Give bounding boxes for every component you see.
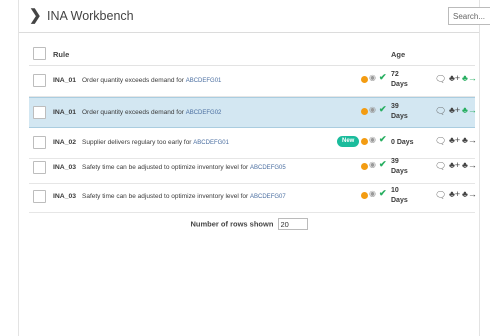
rule-id: INA_01: [53, 109, 77, 116]
material-code: ABCDEFG05: [250, 165, 286, 171]
row-checkbox[interactable]: [33, 190, 46, 203]
table-row[interactable]: INA_03 Safety time can be adjusted to op…: [29, 182, 477, 213]
eye-icon[interactable]: ◉: [369, 105, 376, 114]
table-row[interactable]: INA_01 Order quantity exceeds demand for…: [29, 97, 477, 128]
add-user-icon[interactable]: ♣+: [449, 160, 460, 170]
eye-icon[interactable]: ◉: [369, 73, 376, 82]
check-icon: ✔: [379, 72, 387, 82]
check-icon: ✔: [379, 134, 387, 144]
rule-id: INA_03: [53, 164, 77, 171]
rule-description: Order quantity exceeds demand for ABCDEF…: [82, 77, 222, 84]
rule-id: INA_01: [53, 77, 77, 84]
chevron-right-icon[interactable]: ❯: [29, 8, 42, 23]
age-value: 72 Days: [391, 71, 408, 88]
orange-dot-icon: [361, 76, 368, 83]
age-value: 39 Days: [391, 158, 408, 175]
age-value: 10 Days: [391, 187, 408, 204]
rows-shown-label: Number of rows shown: [190, 219, 274, 229]
table-header: Rule Age: [29, 42, 475, 66]
row-checkbox[interactable]: [33, 136, 46, 149]
rule-description: Order quantity exceeds demand for ABCDEF…: [82, 109, 222, 116]
comment-icon[interactable]: 🗨: [435, 161, 446, 172]
panel-header: ❯ INA Workbench: [19, 0, 490, 33]
rule-id: INA_02: [53, 139, 77, 146]
row-checkbox[interactable]: [33, 74, 46, 87]
rows-shown-control: Number of rows shown: [19, 218, 479, 230]
assign-user-icon[interactable]: ♣→: [462, 105, 477, 115]
ina-workbench-panel: ❯ INA Workbench Rule Age INA_01 Order qu…: [18, 0, 490, 336]
material-code: ABCDEFG01: [193, 140, 229, 146]
orange-dot-icon: [361, 108, 368, 115]
eye-icon[interactable]: ◉: [369, 189, 376, 198]
add-user-icon[interactable]: ♣+: [449, 189, 460, 199]
age-value: 39 Days: [391, 103, 408, 120]
search-input[interactable]: [448, 7, 490, 25]
new-badge: New: [337, 136, 360, 147]
comment-icon[interactable]: 🗨: [435, 106, 446, 117]
page-title: INA Workbench: [47, 9, 134, 23]
table-row[interactable]: INA_03 Safety time can be adjusted to op…: [29, 153, 477, 184]
eye-icon[interactable]: ◉: [369, 135, 376, 144]
rule-description: Supplier delivers regulary too early for…: [82, 139, 229, 146]
comment-icon[interactable]: 🗨: [435, 190, 446, 201]
material-code: ABCDEFG02: [185, 110, 222, 116]
orange-dot-icon: [361, 192, 368, 199]
orange-dot-icon: [361, 163, 368, 170]
rule-description: Safety time can be adjusted to optimize …: [82, 193, 286, 200]
row-checkbox[interactable]: [33, 106, 46, 119]
row-checkbox[interactable]: [33, 161, 46, 174]
eye-icon[interactable]: ◉: [369, 160, 376, 169]
assign-user-icon[interactable]: ♣→: [462, 189, 477, 199]
age-value: 0 Days: [391, 139, 414, 146]
assign-user-icon[interactable]: ♣→: [462, 135, 477, 145]
check-icon: ✔: [379, 159, 387, 169]
material-code: ABCDEFG07: [250, 194, 286, 200]
add-user-icon[interactable]: ♣+: [449, 135, 460, 145]
orange-dot-icon: [361, 138, 368, 145]
table-row[interactable]: INA_01 Order quantity exceeds demand for…: [29, 66, 477, 97]
check-icon: ✔: [379, 188, 387, 198]
check-icon: ✔: [379, 104, 387, 114]
column-header-rule[interactable]: Rule: [53, 50, 69, 59]
rule-description: Safety time can be adjusted to optimize …: [82, 164, 286, 171]
material-code: ABCDEFG01: [185, 78, 222, 84]
comment-icon[interactable]: 🗨: [435, 136, 446, 147]
comment-icon[interactable]: 🗨: [435, 74, 446, 85]
assign-user-icon[interactable]: ♣→: [462, 73, 477, 83]
select-all-checkbox[interactable]: [33, 47, 46, 60]
add-user-icon[interactable]: ♣+: [449, 105, 460, 115]
rule-id: INA_03: [53, 193, 77, 200]
rows-shown-input[interactable]: [277, 218, 308, 230]
add-user-icon[interactable]: ♣+: [449, 73, 460, 83]
assign-user-icon[interactable]: ♣→: [462, 160, 477, 170]
column-header-age[interactable]: Age: [391, 50, 405, 59]
